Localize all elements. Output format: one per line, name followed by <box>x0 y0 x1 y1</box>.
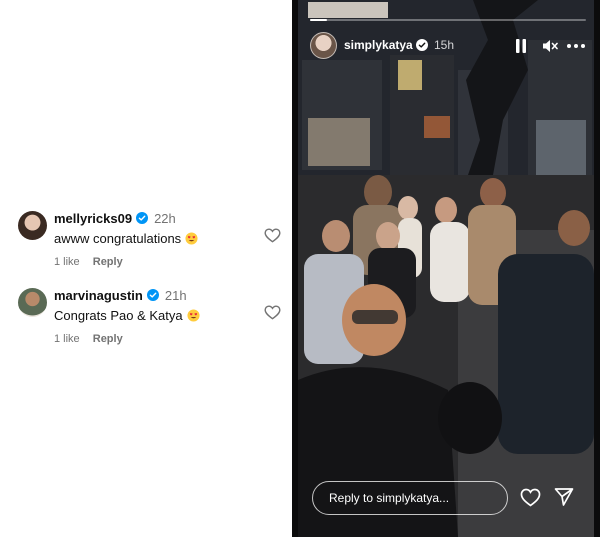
comment-username[interactable]: mellyricks09 <box>54 211 132 226</box>
comment-likes[interactable]: 1 like <box>54 333 80 345</box>
heart-eyes-emoji-icon <box>185 232 198 245</box>
verified-badge-icon <box>146 289 159 301</box>
comments-panel: mellyricks09 22h awww congratulations 1 … <box>0 0 292 537</box>
comment-username[interactable]: marvinagustin <box>54 288 143 303</box>
comment-body: marvinagustin 21h Congrats Pao & Katya 1… <box>54 285 254 345</box>
heart-eyes-emoji-icon <box>187 309 200 322</box>
story-username[interactable]: simplykatya <box>344 38 413 52</box>
comment-text: Congrats Pao & Katya <box>54 306 254 325</box>
story-time: 15h <box>434 38 455 52</box>
comment-reply-button[interactable]: Reply <box>93 256 123 268</box>
story-header: simplykatya 15h <box>310 32 586 60</box>
heart-icon[interactable] <box>264 228 281 243</box>
story-photo[interactable] <box>298 0 594 537</box>
verified-badge-icon <box>136 212 149 224</box>
more-icon[interactable] <box>567 44 585 48</box>
verified-badge-icon <box>416 39 428 51</box>
comment-text-content: Congrats Pao & Katya <box>54 308 183 323</box>
comment-time: 21h <box>164 287 187 303</box>
comment-header: marvinagustin 21h <box>54 285 254 305</box>
story-progress-fill <box>310 19 327 21</box>
avatar[interactable] <box>18 288 47 317</box>
story-reply-input[interactable]: Reply to simplykatya... <box>312 481 508 515</box>
story-progress-bar <box>310 19 586 21</box>
pause-icon[interactable] <box>515 39 527 53</box>
send-icon[interactable] <box>554 487 574 507</box>
mute-icon[interactable] <box>542 38 558 54</box>
avatar[interactable] <box>18 211 47 240</box>
group-photo-illustration <box>298 0 594 537</box>
comment-text: awww congratulations <box>54 229 254 248</box>
comment-reply-button[interactable]: Reply <box>93 333 123 345</box>
story-viewer: simplykatya 15h Reply to simplykatya... <box>292 0 600 537</box>
comment-time: 22h <box>154 210 176 226</box>
comment-actions: 1 like Reply <box>54 333 254 345</box>
comment-likes[interactable]: 1 like <box>54 256 80 268</box>
comment-header: mellyricks09 22h <box>54 208 254 228</box>
story-avatar[interactable] <box>310 32 337 59</box>
comment-text-content: awww congratulations <box>54 231 182 246</box>
heart-icon[interactable] <box>520 488 541 507</box>
heart-icon[interactable] <box>264 305 281 320</box>
comment-body: mellyricks09 22h awww congratulations 1 … <box>54 208 254 268</box>
comment-actions: 1 like Reply <box>54 256 254 268</box>
